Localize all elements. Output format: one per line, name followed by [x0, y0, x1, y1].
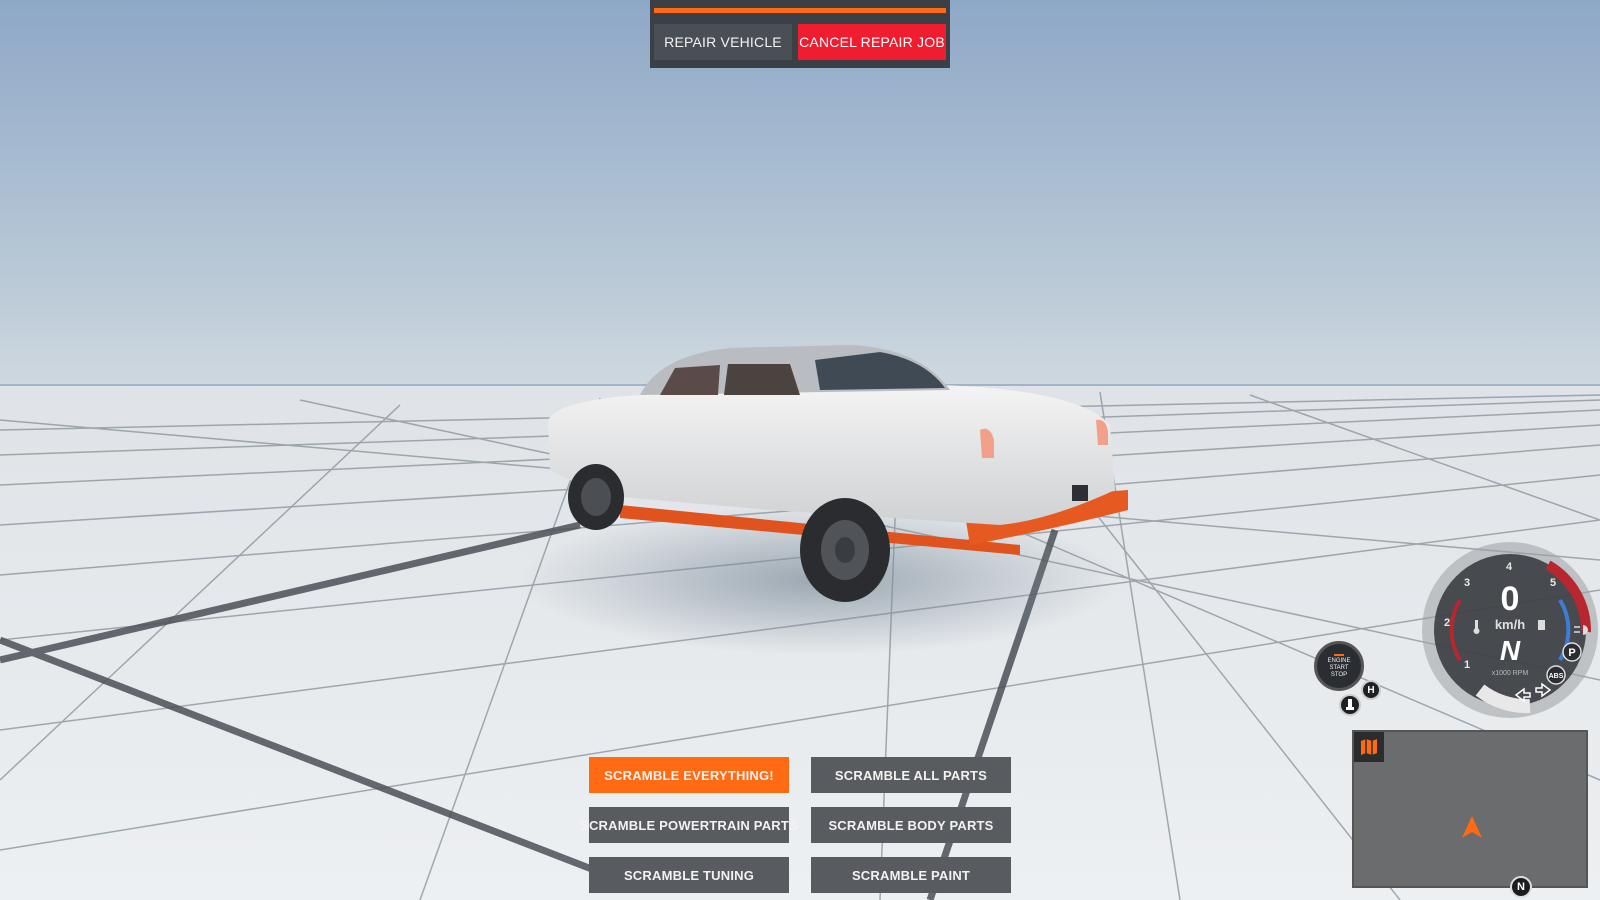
compass-north-indicator: N	[1510, 876, 1532, 898]
pedal-icon[interactable]	[1339, 694, 1361, 716]
compass-label: N	[1517, 881, 1525, 893]
engine-start-stop-button[interactable]: ENGINE START STOP	[1314, 641, 1364, 691]
minimap[interactable]	[1352, 730, 1588, 888]
rpm-tick-1: 1	[1464, 659, 1470, 671]
handbrake-label: H	[1367, 684, 1375, 696]
scramble-paint-button[interactable]: SCRAMBLE PAINT	[811, 857, 1011, 893]
start-label: START	[1329, 664, 1349, 671]
stop-label: STOP	[1330, 671, 1348, 678]
scramble-everything-button[interactable]: SCRAMBLE EVERYTHING!	[589, 757, 789, 793]
repair-progress-bar	[654, 8, 946, 13]
rpm-tick-3: 3	[1464, 577, 1470, 589]
player-arrow-icon	[1462, 816, 1482, 838]
rpm-tick-2: 2	[1444, 617, 1450, 629]
scramble-body-parts-button[interactable]: SCRAMBLE BODY PARTS	[811, 807, 1011, 843]
scramble-all-parts-button[interactable]: SCRAMBLE ALL PARTS	[811, 757, 1011, 793]
scramble-tuning-button[interactable]: SCRAMBLE TUNING	[589, 857, 789, 893]
speed-readout: 0	[1501, 580, 1520, 618]
abs-label: ABS	[1549, 673, 1564, 680]
speedometer-gauge: 1 2 3 4 5 0 km/h N x1000 RPM P ABS	[1422, 542, 1598, 718]
handbrake-icon[interactable]: H	[1361, 680, 1381, 700]
rpm-tick-4: 4	[1506, 561, 1513, 573]
cancel-repair-job-button[interactable]: CANCEL REPAIR JOB	[798, 24, 946, 60]
rpm-unit-label: x1000 RPM	[1492, 670, 1529, 677]
engine-label: ENGINE	[1327, 657, 1351, 664]
speed-unit: km/h	[1495, 617, 1525, 632]
gear-indicator: N	[1500, 635, 1521, 666]
rpm-tick-5: 5	[1550, 577, 1556, 589]
scramble-powertrain-parts-button[interactable]: SCRAMBLE POWERTRAIN PARTS	[580, 807, 798, 843]
park-label: P	[1568, 647, 1575, 659]
map-icon[interactable]	[1354, 732, 1384, 762]
fuel-icon	[1538, 620, 1545, 630]
repair-panel: REPAIR VEHICLE CANCEL REPAIR JOB	[650, 0, 950, 68]
repair-vehicle-button[interactable]: REPAIR VEHICLE	[654, 24, 792, 60]
